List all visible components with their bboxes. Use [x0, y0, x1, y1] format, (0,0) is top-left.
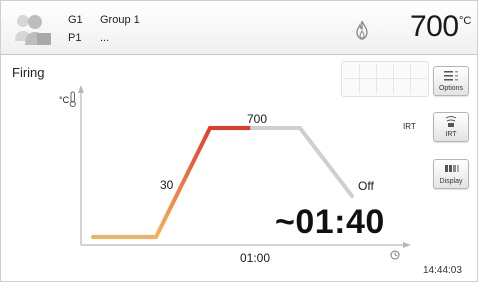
- current-clock-time: 14:44:03: [423, 265, 462, 276]
- heating-rate-label: 30: [160, 178, 174, 192]
- peak-temperature-label: 700: [247, 112, 267, 126]
- clock-icon: [390, 250, 400, 260]
- cooling-segment: [298, 126, 354, 198]
- hold-time-label: 01:00: [240, 251, 270, 265]
- y-axis-arrow: [78, 85, 84, 93]
- y-axis-unit: °C: [59, 95, 70, 105]
- firing-curve-chart: °C 700 30 Off 01:00: [59, 85, 411, 265]
- x-axis-arrow: [403, 242, 411, 248]
- cooling-label: Off: [358, 179, 374, 193]
- remaining-time: ~01:40: [275, 203, 385, 241]
- thermometer-icon: [69, 91, 76, 108]
